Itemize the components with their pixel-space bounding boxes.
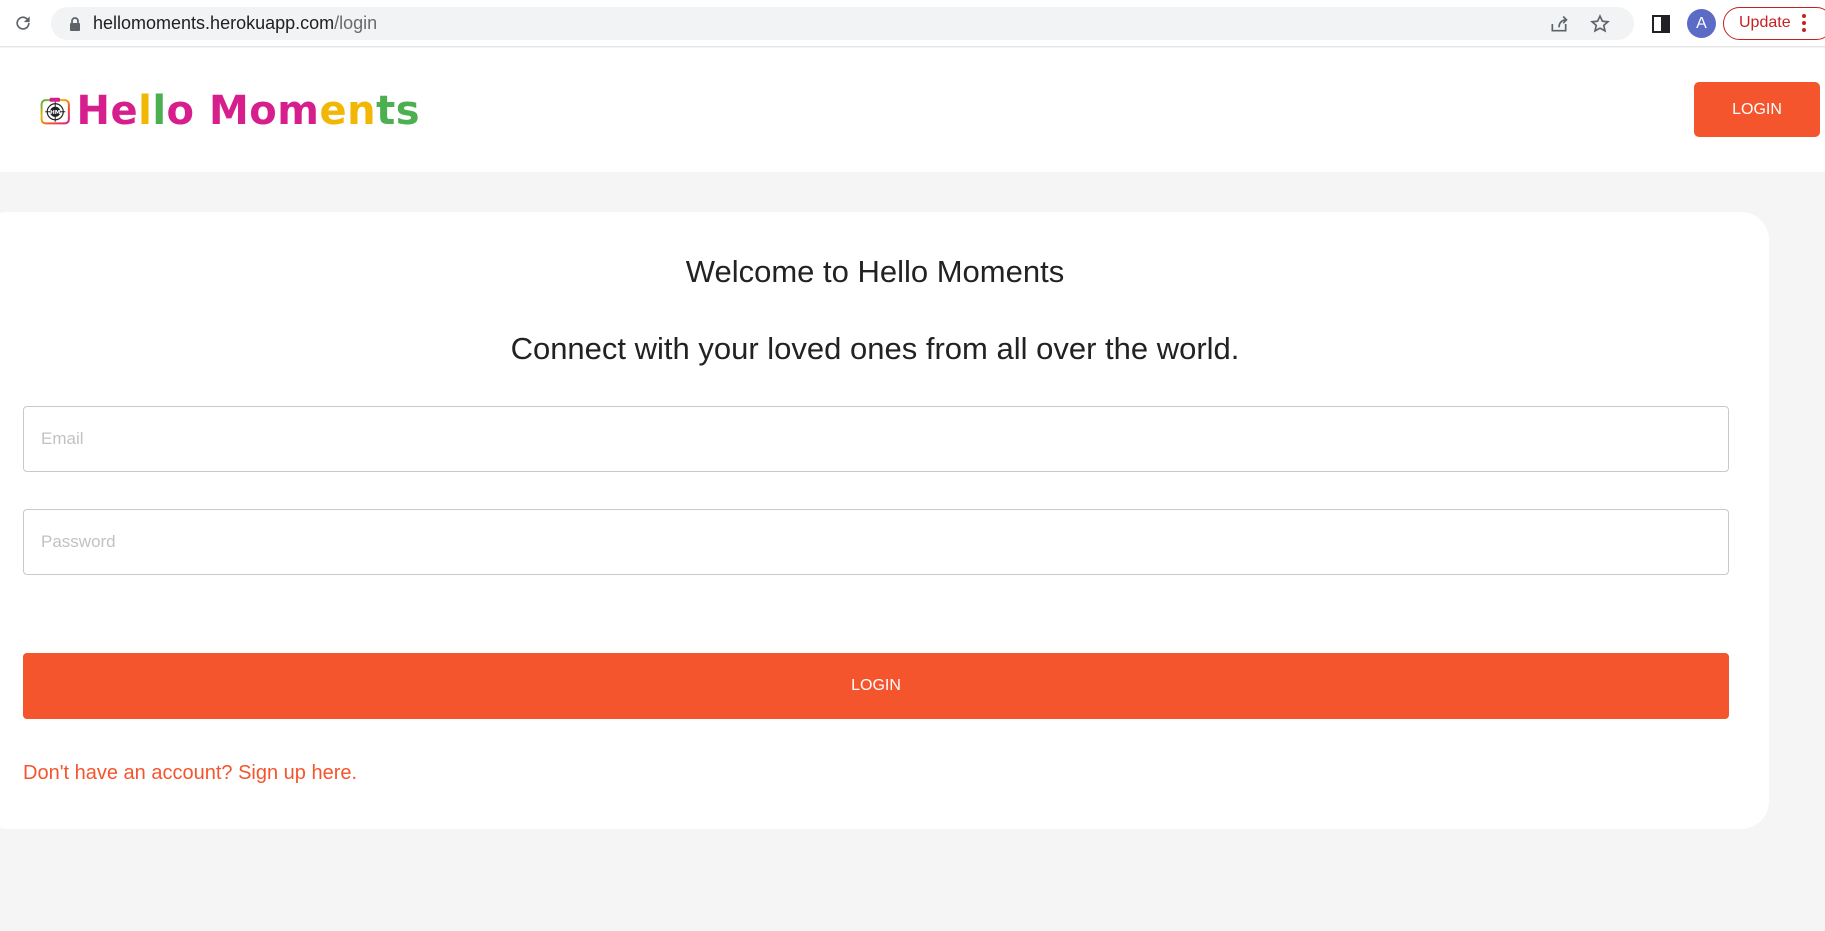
url-path: /login [334,13,378,33]
logo-letter: o [166,88,195,134]
tagline: Connect with your loved ones from all ov… [510,331,1240,366]
site-header: HM Hello Moments LOGIN [0,48,1825,172]
login-submit-button[interactable]: LOGIN [23,653,1729,719]
browser-toolbar: hellomoments.herokuapp.com/login A Updat… [0,0,1825,47]
logo-letter: o [249,88,278,134]
url-host: hellomoments.herokuapp.com [93,13,335,33]
header-login-button[interactable]: LOGIN [1694,82,1820,137]
update-button[interactable]: Update [1723,7,1825,40]
logo-letter [195,88,209,134]
address-bar[interactable]: hellomoments.herokuapp.com/login [51,7,1634,40]
avatar[interactable]: A [1687,9,1716,38]
logo-camera-icon: HM [40,97,70,125]
logo-text: Hello Moments [76,88,420,134]
logo-letter: e [319,88,348,134]
logo-letter: l [138,88,153,134]
update-label: Update [1739,14,1791,31]
email-field[interactable] [23,406,1729,472]
welcome-heading: Welcome to Hello Moments [685,254,1065,289]
password-field[interactable] [23,509,1729,575]
star-icon[interactable] [1588,12,1612,36]
url-text[interactable]: hellomoments.herokuapp.com/login [93,7,377,40]
logo[interactable]: HM Hello Moments [40,76,420,146]
reload-icon[interactable] [10,10,36,36]
logo-letter: H [76,88,111,134]
share-icon[interactable] [1547,12,1571,36]
logo-badge-text: HM [50,110,61,116]
lock-icon[interactable] [67,16,83,32]
side-panel-icon[interactable] [1648,11,1674,37]
menu-dots-icon[interactable] [1799,11,1809,35]
logo-letter: M [208,88,250,134]
logo-letter: t [376,88,396,134]
logo-letter: n [347,88,377,134]
logo-letter: l [152,88,167,134]
logo-letter: m [277,88,320,134]
signup-link[interactable]: Don't have an account? Sign up here. [23,762,357,785]
logo-letter: s [395,88,420,134]
logo-letter: e [110,88,139,134]
